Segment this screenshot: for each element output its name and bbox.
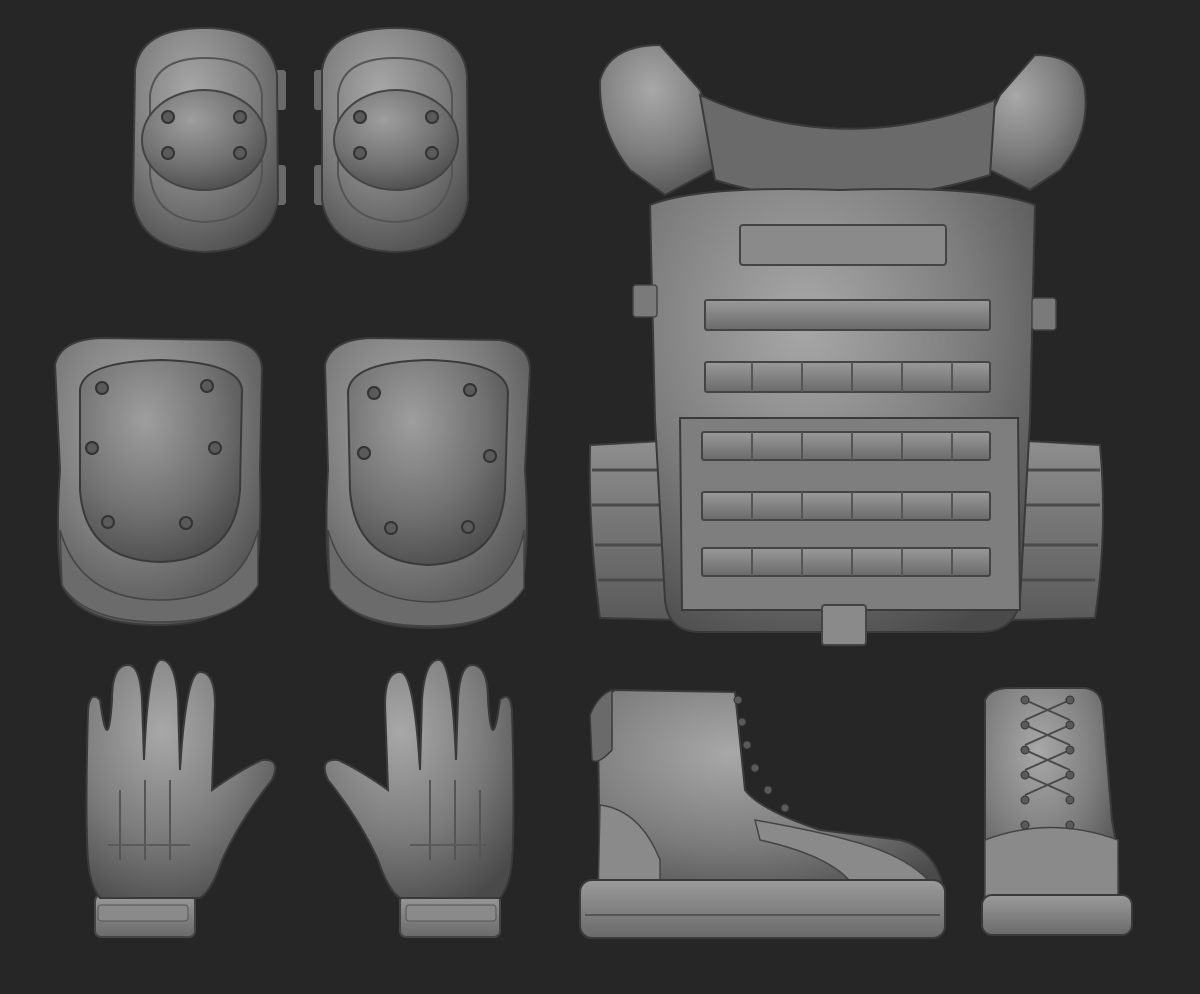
boot-side bbox=[579, 688, 947, 939]
knee-pad-left bbox=[53, 336, 264, 627]
elbow-pad-left bbox=[131, 26, 286, 254]
gear-sculpt-illustration bbox=[53, 26, 1133, 939]
plate-carrier-vest bbox=[588, 43, 1105, 646]
knee-pad-right bbox=[323, 336, 532, 630]
elbow-pad-right bbox=[314, 26, 470, 254]
glove-left bbox=[85, 658, 277, 938]
glove-right bbox=[323, 658, 515, 938]
boot-front bbox=[981, 687, 1133, 936]
sculpt-render-canvas bbox=[0, 0, 1200, 994]
